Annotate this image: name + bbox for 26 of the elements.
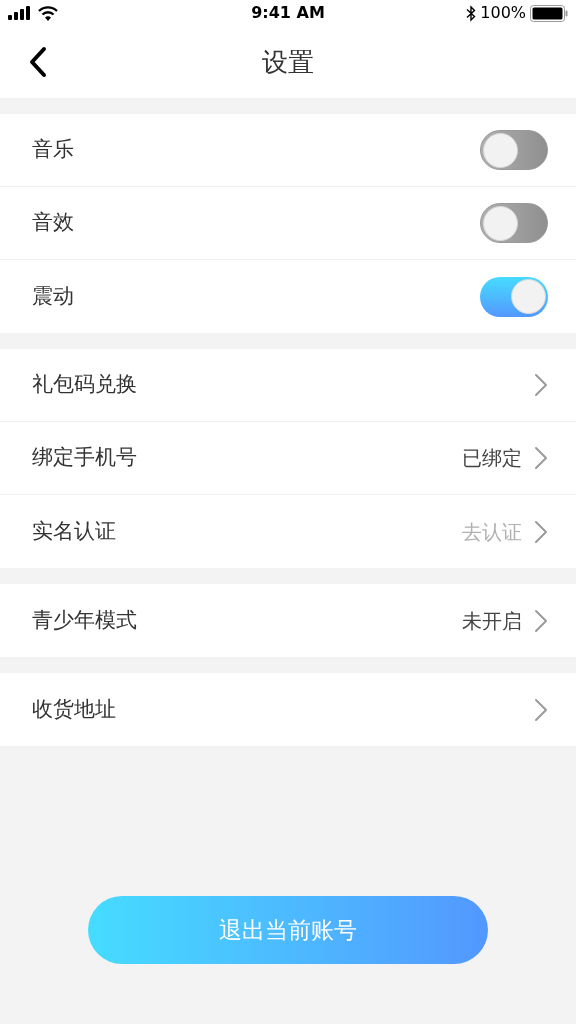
- setting-label: 礼包码兑换: [32, 371, 138, 399]
- chevron-right-icon: [534, 373, 548, 397]
- status-time: 9:41 AM: [251, 2, 325, 24]
- chevron-right-icon: [534, 697, 548, 722]
- setting-value: 去认证: [462, 518, 522, 546]
- logout-button[interactable]: 退出当前账号: [88, 896, 488, 964]
- toggle-switch[interactable]: [480, 130, 548, 170]
- setting-label: 音效: [32, 209, 75, 237]
- setting-label: 青少年模式: [32, 606, 138, 634]
- bluetooth-icon: [466, 4, 477, 22]
- toggle-switch[interactable]: [480, 276, 548, 317]
- page-title: 设置: [262, 45, 314, 79]
- wifi-icon: [38, 5, 58, 21]
- battery-percent: 100%: [480, 2, 526, 24]
- setting-label: 绑定手机号: [32, 444, 138, 472]
- chevron-right-icon: [534, 446, 548, 470]
- setting-label: 音乐: [32, 136, 75, 164]
- setting-value: 已绑定: [462, 445, 522, 472]
- setting-label: 实名认证: [32, 517, 117, 545]
- setting-value: 未开启: [462, 607, 522, 635]
- toggle-switch[interactable]: [480, 203, 548, 243]
- setting-label: 收货地址: [32, 695, 117, 723]
- chevron-right-icon: [534, 519, 548, 544]
- chevron-right-icon: [534, 608, 548, 633]
- setting-label: 震动: [32, 282, 75, 310]
- battery-icon: [530, 4, 568, 22]
